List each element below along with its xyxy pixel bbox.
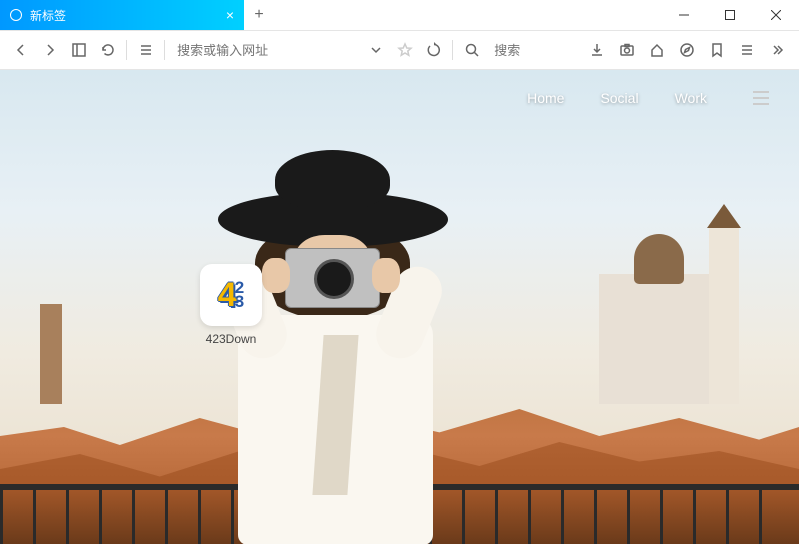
titlebar: 新标签 × + — [0, 0, 799, 30]
hamburger-icon[interactable] — [753, 91, 769, 105]
search-bar[interactable] — [488, 36, 579, 64]
tile-label: 423Down — [195, 332, 267, 346]
home-icon[interactable] — [643, 36, 671, 64]
menu-icon[interactable] — [733, 36, 761, 64]
dropdown-icon[interactable] — [363, 36, 388, 64]
nav-link-work[interactable]: Work — [675, 90, 707, 106]
nav-link-home[interactable]: Home — [527, 90, 564, 106]
content-area: Home Social Work 423 423Down — [0, 70, 799, 544]
toolbar — [0, 30, 799, 70]
more-icon[interactable] — [763, 36, 791, 64]
history-icon[interactable] — [95, 36, 120, 64]
tile-icon: 423 — [200, 264, 262, 326]
reader-icon[interactable] — [133, 36, 158, 64]
tab-title: 新标签 — [30, 7, 66, 24]
window-controls — [661, 0, 799, 30]
separator — [126, 40, 127, 60]
refresh-icon[interactable] — [421, 36, 446, 64]
new-tab-button[interactable]: + — [244, 0, 274, 30]
favorite-star-icon[interactable] — [392, 36, 417, 64]
tile-icon-big: 4 — [218, 276, 234, 315]
sidebar-icon[interactable] — [66, 36, 91, 64]
forward-button[interactable] — [37, 36, 62, 64]
address-input[interactable] — [177, 43, 353, 58]
bookmark-tile[interactable]: 423 423Down — [195, 264, 267, 346]
minimize-button[interactable] — [661, 0, 707, 30]
tile-icon-small: 23 — [235, 281, 244, 310]
screenshot-icon[interactable] — [613, 36, 641, 64]
download-icon[interactable] — [583, 36, 611, 64]
right-tools — [583, 36, 791, 64]
search-input[interactable] — [494, 43, 573, 58]
compass-icon[interactable] — [673, 36, 701, 64]
nav-link-social[interactable]: Social — [600, 90, 638, 106]
page-nav: Home Social Work — [527, 90, 769, 106]
tab-close-icon[interactable]: × — [226, 8, 234, 22]
maximize-button[interactable] — [707, 0, 753, 30]
close-button[interactable] — [753, 0, 799, 30]
back-button[interactable] — [8, 36, 33, 64]
address-bar[interactable] — [171, 36, 359, 64]
bookmark-icon[interactable] — [703, 36, 731, 64]
separator — [452, 40, 453, 60]
browser-tab[interactable]: 新标签 × — [0, 0, 244, 30]
tab-loading-icon — [10, 9, 22, 21]
search-icon[interactable] — [459, 36, 484, 64]
separator — [164, 40, 165, 60]
